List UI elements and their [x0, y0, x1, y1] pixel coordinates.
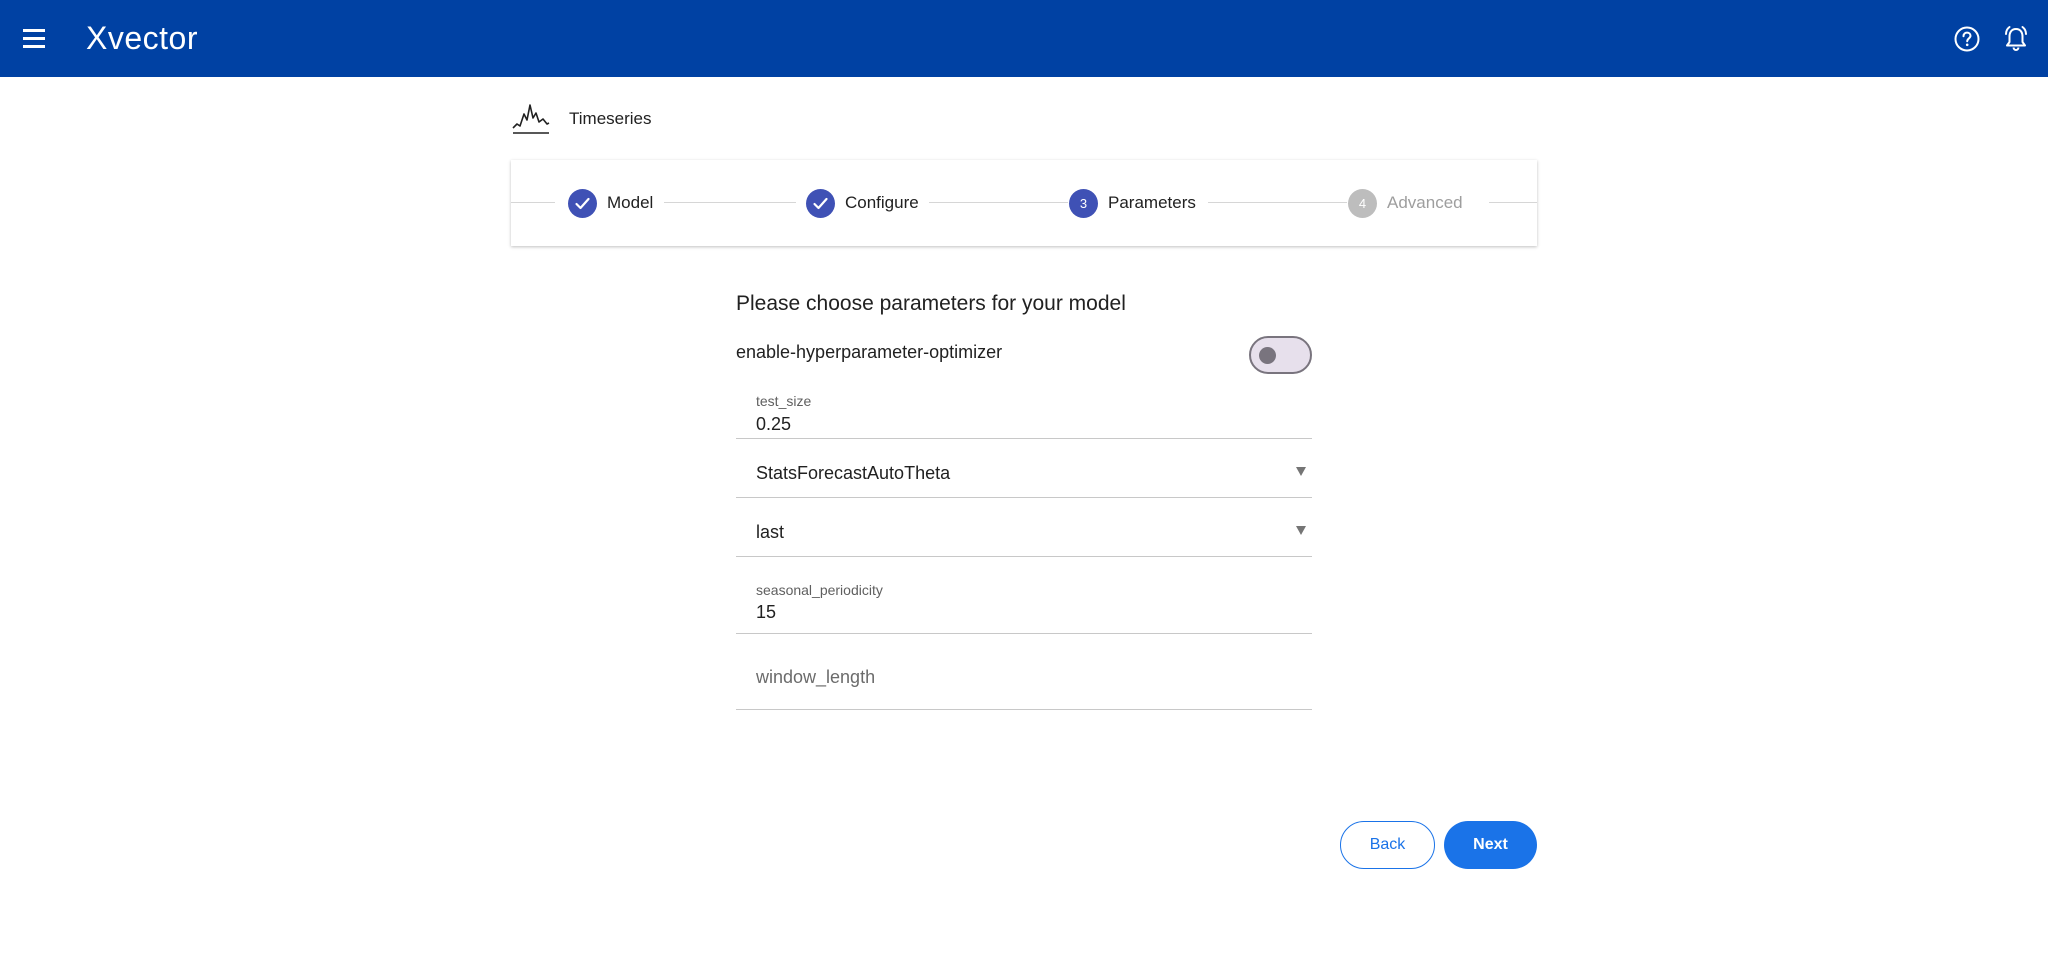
timeseries-chart-icon	[512, 104, 550, 134]
step-label: Model	[607, 193, 654, 212]
step-connector	[511, 202, 555, 203]
field-value: 15	[756, 602, 777, 622]
step-connector	[664, 202, 796, 203]
field-placeholder: window_length	[756, 667, 876, 687]
toggle-label: enable-hyperparameter-optimizer	[736, 342, 1003, 362]
form-title: Please choose parameters for your model	[736, 292, 1126, 315]
section-heading: Timeseries	[511, 100, 652, 138]
seasonal-periodicity-field[interactable]: seasonal_periodicity 15	[736, 557, 1312, 634]
app-logo[interactable]: Xvector	[86, 20, 198, 57]
step-connector	[929, 202, 1068, 203]
step-parameters[interactable]: 3 Parameters	[1069, 188, 1196, 218]
step-configure[interactable]: Configure	[806, 188, 919, 218]
section-title: Timeseries	[569, 109, 652, 128]
model-select[interactable]: StatsForecastAutoTheta	[736, 439, 1312, 498]
step-advanced[interactable]: 4 Advanced	[1348, 188, 1463, 218]
step-label: Configure	[845, 193, 919, 212]
wizard-stepper: Model Configure 3 Parameters 4 Advanced	[511, 160, 1537, 246]
select-value: last	[756, 522, 785, 542]
test-size-field[interactable]: test_size 0.25	[736, 387, 1312, 439]
field-label: test_size	[756, 393, 812, 409]
check-icon	[568, 188, 597, 218]
help-circle-icon[interactable]	[1953, 25, 1981, 53]
step-number: 4	[1348, 188, 1377, 218]
method-select[interactable]: last	[736, 498, 1312, 557]
toggle-knob	[1259, 347, 1276, 364]
bell-icon[interactable]	[2001, 24, 2031, 54]
hamburger-menu-icon[interactable]	[18, 22, 50, 54]
check-icon	[806, 188, 835, 218]
back-button[interactable]: Back	[1340, 821, 1435, 869]
top-app-bar: Xvector	[0, 0, 2048, 77]
select-value: StatsForecastAutoTheta	[756, 463, 951, 483]
step-connector	[1489, 202, 1537, 203]
step-model[interactable]: Model	[568, 188, 653, 218]
field-label: seasonal_periodicity	[756, 582, 883, 598]
field-value: 0.25	[756, 414, 792, 434]
hyperparameter-optimizer-toggle[interactable]	[1249, 336, 1312, 374]
dropdown-arrow-icon	[1296, 526, 1306, 535]
window-length-field[interactable]: window_length	[736, 634, 1312, 710]
step-number: 3	[1069, 188, 1098, 218]
dropdown-arrow-icon	[1296, 467, 1306, 476]
next-button[interactable]: Next	[1444, 821, 1537, 869]
step-connector	[1208, 202, 1347, 203]
step-label: Advanced	[1387, 193, 1463, 212]
step-label: Parameters	[1108, 193, 1196, 212]
